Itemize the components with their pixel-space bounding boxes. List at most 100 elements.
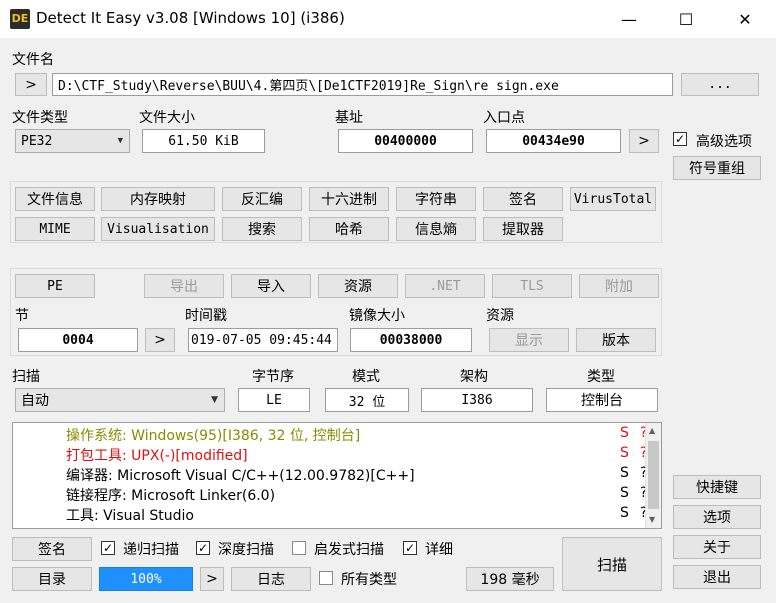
tls-button[interactable]: TLS	[492, 274, 572, 298]
close-button[interactable]: ✕	[716, 0, 774, 38]
show-resources-button[interactable]: 显示	[489, 328, 569, 352]
shortcuts-button[interactable]: 快捷键	[673, 475, 761, 499]
file-size-label: 文件大小	[139, 110, 195, 126]
entry-point-field: 00434e90	[486, 129, 621, 153]
hex-button[interactable]: 十六进制	[309, 187, 389, 211]
results-panel[interactable]: 操作系统: Windows(95)[I386, 32 位, 控制台] S ? 打…	[12, 422, 662, 529]
file-go-button[interactable]: >	[15, 73, 47, 96]
hash-button[interactable]: 哈希	[309, 217, 389, 241]
mode-label: 模式	[352, 369, 380, 385]
pe-button[interactable]: PE	[15, 274, 95, 298]
base-address-field: 00400000	[338, 129, 473, 153]
result-row: 打包工具: UPX(-)[modified] S ?	[66, 444, 647, 464]
chevron-down-icon: ▼	[211, 395, 218, 405]
entropy-button[interactable]: 信息熵	[396, 217, 476, 241]
window-title: Detect It Easy v3.08 [Windows 10] (i386)	[36, 9, 345, 27]
browse-button[interactable]: ...	[681, 73, 759, 96]
result-text: 操作系统: Windows(95)[I386, 32 位, 控制台]	[66, 428, 361, 444]
signature-button[interactable]: 签名	[12, 537, 92, 561]
maximize-button[interactable]: ☐	[657, 0, 715, 38]
image-size-label: 镜像大小	[349, 308, 405, 324]
exit-button[interactable]: 退出	[673, 565, 761, 589]
options-button[interactable]: 选项	[673, 505, 761, 529]
result-text: 打包工具: UPX(-)[modified]	[66, 448, 248, 464]
imports-button[interactable]: 导入	[231, 274, 311, 298]
scan-time-display: 198 毫秒	[466, 567, 554, 591]
entry-point-go-button[interactable]: >	[629, 129, 659, 153]
architecture-field: I386	[421, 388, 533, 412]
entry-point-label: 入口点	[483, 110, 525, 126]
progress-go-button[interactable]: >	[200, 567, 224, 591]
all-types-label: 所有类型	[341, 572, 397, 588]
result-row: 工具: Visual Studio S ?	[66, 504, 647, 524]
result-text: 链接程序: Microsoft Linker(6.0)	[66, 488, 276, 504]
file-size-field: 61.50 KiB	[142, 129, 265, 153]
recursive-label: 递归扫描	[123, 542, 179, 558]
section-count-field: 0004	[18, 328, 138, 352]
result-signature-flag[interactable]: S	[620, 505, 629, 521]
file-name-label: 文件名	[12, 52, 54, 68]
chevron-down-icon: ▼	[117, 136, 123, 146]
result-signature-flag[interactable]: S	[620, 425, 629, 441]
result-text: 编译器: Microsoft Visual C/C++(12.00.9782)[…	[66, 468, 415, 484]
scan-mode-value: 自动	[21, 393, 49, 409]
virustotal-button[interactable]: VirusTotal	[570, 187, 656, 211]
scan-progress-bar: 100%	[99, 567, 193, 591]
heuristic-label: 启发式扫描	[314, 542, 384, 558]
scroll-up-icon[interactable]: ▲	[649, 426, 655, 435]
result-signature-flag[interactable]: S	[620, 465, 629, 481]
log-button[interactable]: 日志	[231, 567, 311, 591]
result-signature-flag[interactable]: S	[620, 485, 629, 501]
type-label: 类型	[587, 369, 615, 385]
scan-label: 扫描	[12, 369, 40, 385]
verbose-checkbox[interactable]: ✓	[403, 541, 417, 555]
bits-field: 32 位	[325, 388, 409, 412]
recursive-checkbox[interactable]: ✓	[101, 541, 115, 555]
app-icon: DE	[10, 9, 30, 29]
result-text: 工具: Visual Studio	[66, 508, 195, 524]
deep-scan-checkbox[interactable]: ✓	[196, 541, 210, 555]
mime-button[interactable]: MIME	[15, 217, 95, 241]
advanced-checkbox[interactable]: ✓	[673, 132, 687, 146]
results-scrollbar[interactable]: ▲ ▼	[645, 423, 661, 528]
symbol-rebuild-button[interactable]: 符号重组	[673, 156, 761, 180]
exports-button[interactable]: 导出	[144, 274, 224, 298]
heuristic-checkbox[interactable]	[292, 541, 306, 555]
resources-button[interactable]: 资源	[318, 274, 398, 298]
all-types-checkbox[interactable]	[319, 571, 333, 585]
visualisation-button[interactable]: Visualisation	[101, 217, 215, 241]
scroll-down-icon[interactable]: ▼	[649, 515, 655, 524]
file-type-select[interactable]: PE32 ▼	[15, 129, 130, 153]
dotnet-button[interactable]: .NET	[405, 274, 485, 298]
memory-map-button[interactable]: 内存映射	[101, 187, 215, 211]
overlay-button[interactable]: 附加	[579, 274, 659, 298]
timestamp-label: 时间戳	[185, 308, 227, 324]
file-info-button[interactable]: 文件信息	[15, 187, 95, 211]
type-field: 控制台	[546, 388, 658, 412]
search-button[interactable]: 搜索	[222, 217, 302, 241]
minimize-button[interactable]: —	[600, 0, 658, 38]
scroll-thumb[interactable]	[648, 441, 659, 509]
extractor-button[interactable]: 提取器	[483, 217, 563, 241]
result-signature-flag[interactable]: S	[620, 445, 629, 461]
version-button[interactable]: 版本	[576, 328, 656, 352]
scan-mode-select[interactable]: 自动 ▼	[15, 388, 225, 412]
resources-label: 资源	[486, 308, 514, 324]
directory-button[interactable]: 目录	[12, 567, 92, 591]
verbose-label: 详细	[425, 542, 453, 558]
file-path-field[interactable]: D:\CTF_Study\Reverse\BUU\4.第四页\[De1CTF20…	[52, 73, 673, 96]
base-address-label: 基址	[335, 110, 363, 126]
timestamp-field: 019-07-05 09:45:44	[188, 328, 338, 352]
file-type-label: 文件类型	[12, 110, 68, 126]
disassembly-button[interactable]: 反汇编	[222, 187, 302, 211]
endianness-label: 字节序	[252, 369, 294, 385]
section-go-button[interactable]: >	[145, 328, 175, 352]
endianness-field: LE	[238, 388, 310, 412]
scan-button[interactable]: 扫描	[562, 537, 662, 591]
about-button[interactable]: 关于	[673, 535, 761, 559]
image-size-field: 00038000	[350, 328, 472, 352]
strings-button[interactable]: 字符串	[396, 187, 476, 211]
architecture-label: 架构	[460, 369, 488, 385]
signatures-button[interactable]: 签名	[483, 187, 563, 211]
result-row: 链接程序: Microsoft Linker(6.0) S ?	[66, 484, 647, 504]
